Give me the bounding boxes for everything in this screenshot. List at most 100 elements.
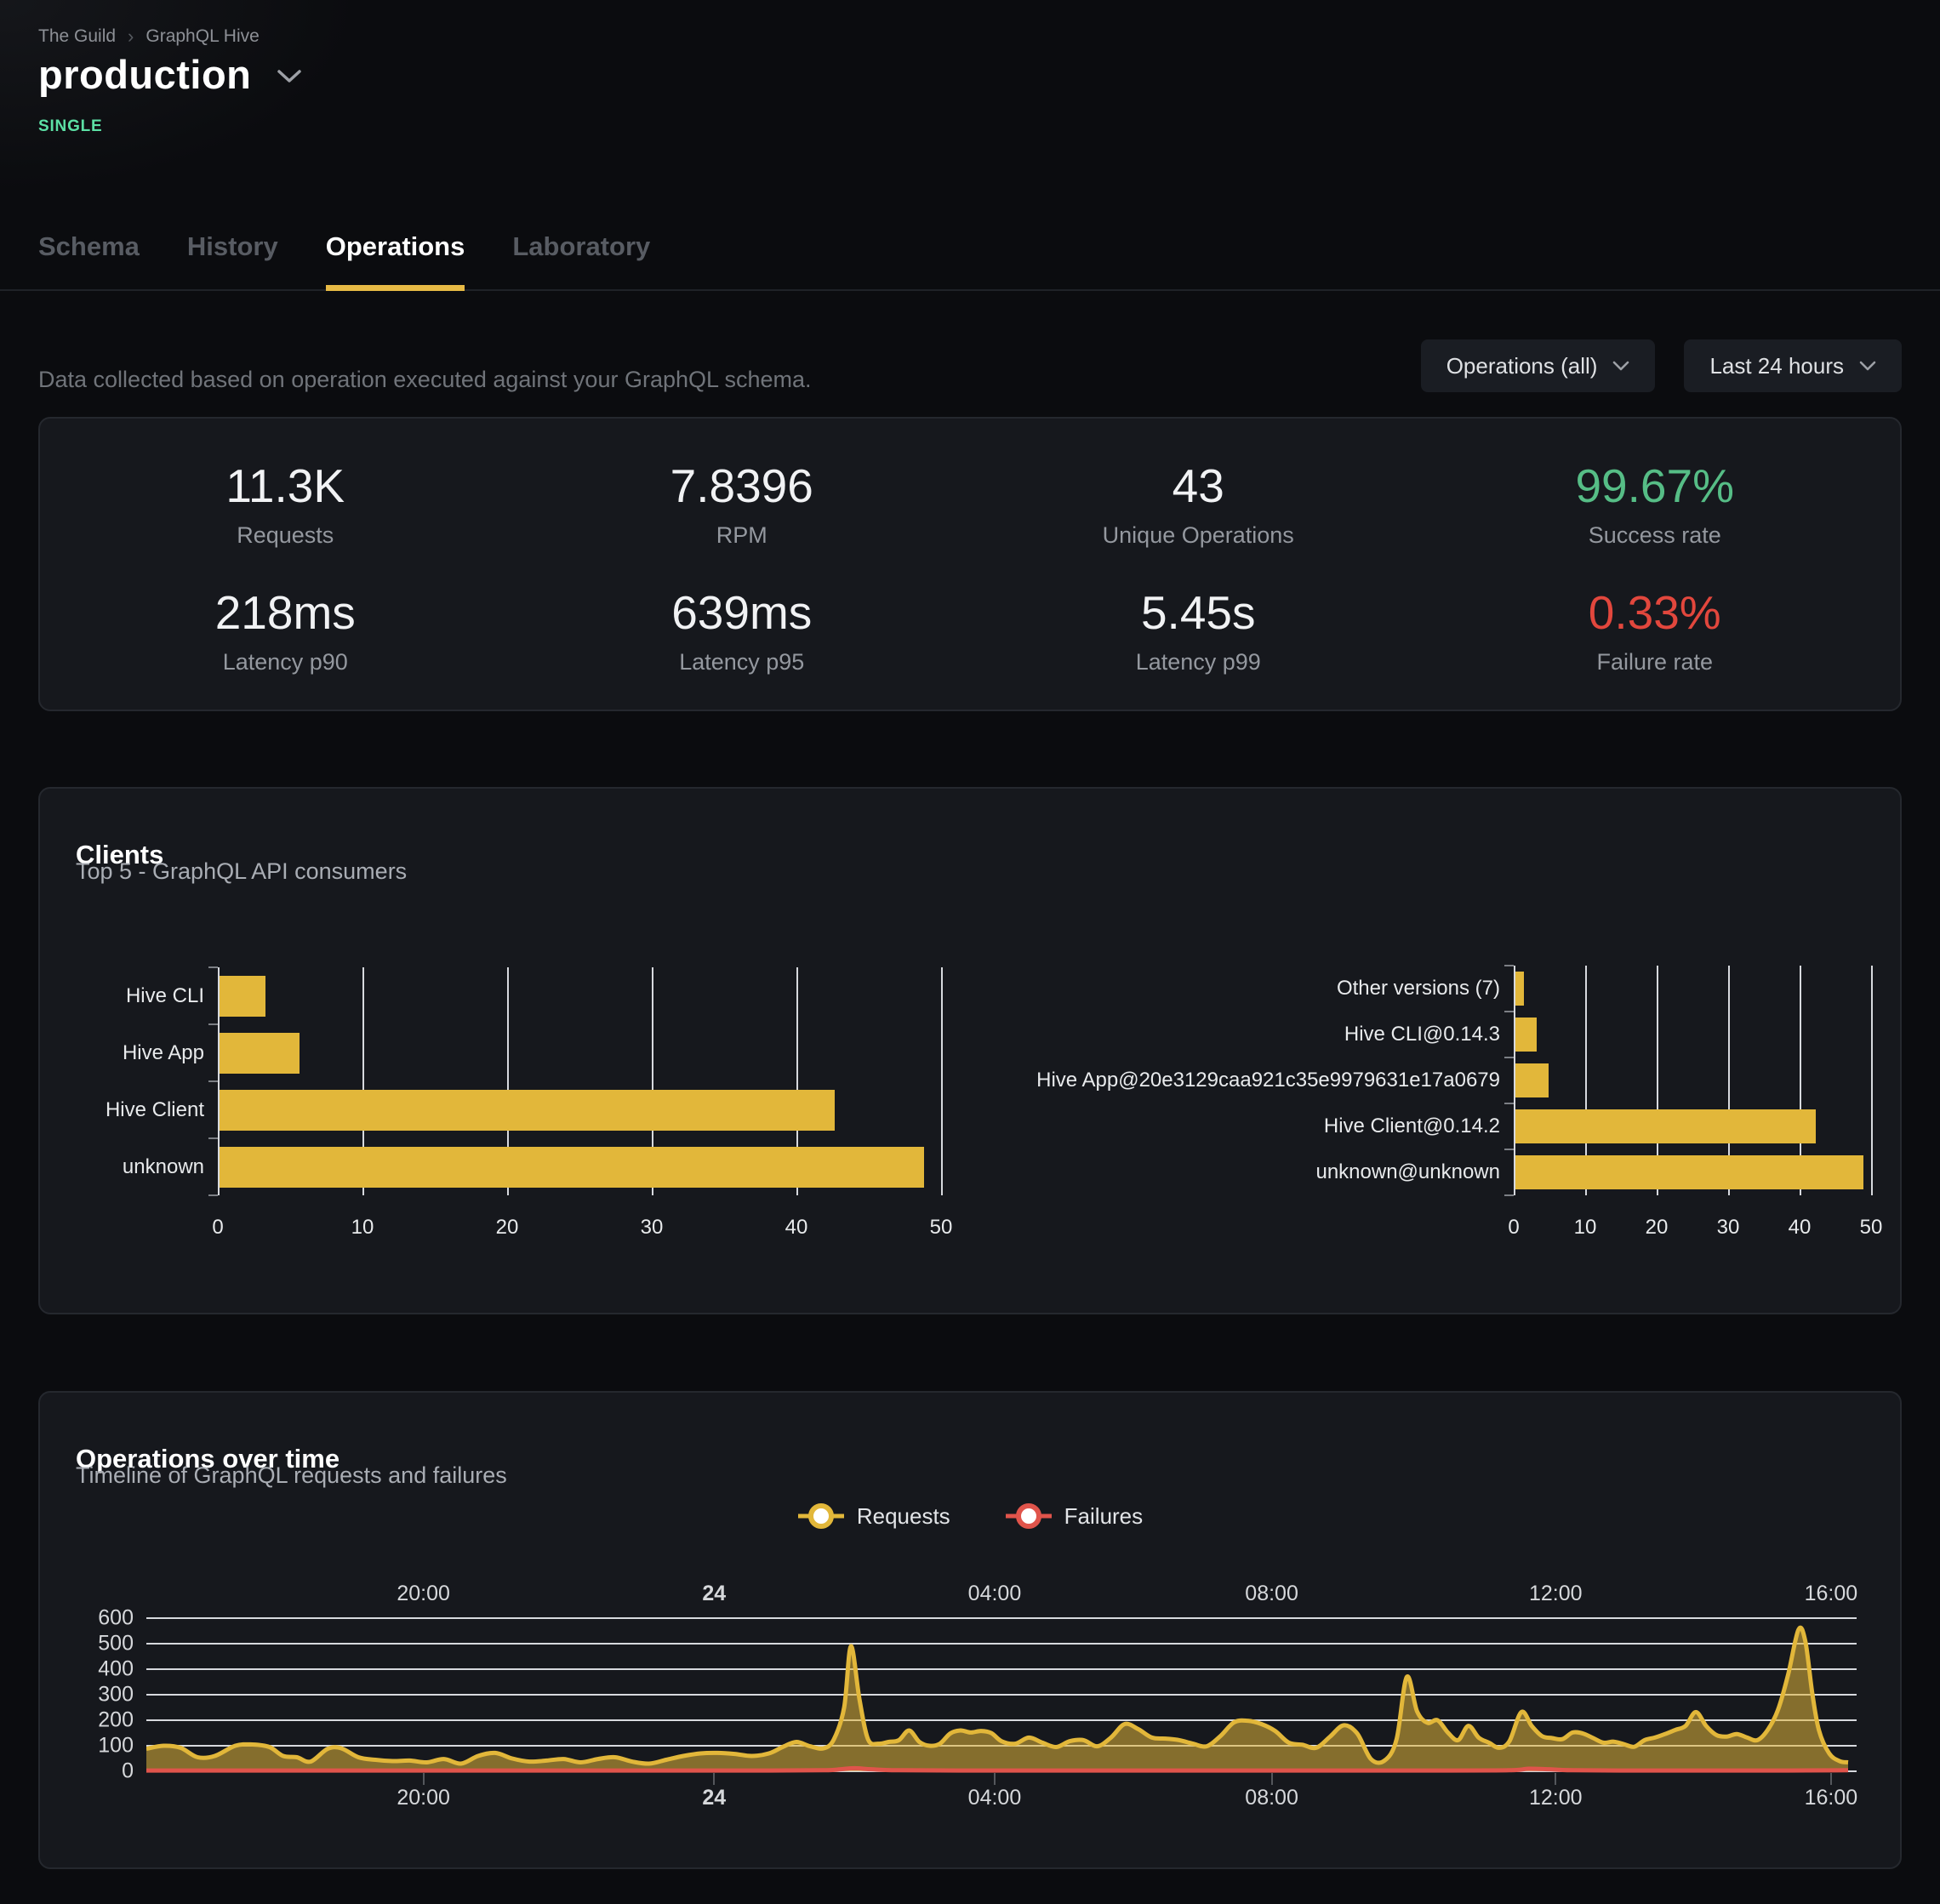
stat-label: RPM: [514, 522, 971, 549]
operations-filter-button[interactable]: Operations (all): [1421, 339, 1656, 392]
stat-requests: 11.3K Requests: [57, 459, 514, 549]
tab-operations[interactable]: Operations: [326, 231, 465, 289]
stat-label: Requests: [57, 522, 514, 549]
tab-laboratory[interactable]: Laboratory: [512, 231, 650, 289]
stat-value: 7.8396: [514, 459, 971, 512]
top-x-tick-label: 20:00: [397, 1582, 450, 1606]
stat-label: Success rate: [1427, 522, 1884, 549]
category-label: Hive App@20e3129caa921c35e9979631e17a067…: [1006, 1057, 1500, 1103]
page-title: production: [38, 51, 251, 98]
bottom-x-tick-label: 08:00: [1245, 1786, 1298, 1810]
bottom-x-tick-label: 16:00: [1805, 1786, 1858, 1810]
clients-by-name-chart: 0 10 20 30 40 50 Hive CLIHive AppHive Clientun…: [74, 967, 976, 1257]
category-label: Hive App: [74, 1024, 204, 1081]
x-tick-label: 40: [785, 1216, 808, 1240]
y-axis-tick: [1504, 1149, 1514, 1150]
bar-hive-client-0-14-2: [1515, 1109, 1816, 1143]
stat-value: 11.3K: [57, 459, 514, 512]
x-tick-label: 10: [351, 1216, 374, 1240]
stat-rpm: 7.8396 RPM: [514, 459, 971, 549]
stat-latency-p99: 5.45sLatency p99: [970, 586, 1427, 676]
chevron-down-icon: [1612, 361, 1629, 372]
top-x-tick-label: 16:00: [1805, 1582, 1858, 1606]
timeline-plot: [146, 1618, 1857, 1776]
tab-history[interactable]: History: [187, 231, 278, 289]
stat-failure-rate: 0.33% Failure rate: [1427, 586, 1884, 676]
x-tick-label: 0: [1508, 1216, 1519, 1240]
y-axis-tick: [208, 966, 218, 968]
stats-grid: 11.3K Requests7.8396 RPM 43 Unique Operation…: [40, 419, 1900, 676]
clients-panel: Clients Top 5 - GraphQL API consumers 01…: [38, 787, 1902, 1314]
gridline: [1871, 966, 1873, 1195]
stat-label: Latency p90: [57, 649, 514, 676]
y-tick-label: 400: [67, 1657, 134, 1682]
category-label: Hive CLI: [74, 967, 204, 1024]
y-axis-tick: [1504, 1194, 1514, 1196]
bottom-x-tick-label: 24: [702, 1786, 726, 1810]
stat-label: Latency p99: [970, 649, 1427, 676]
stat-value: 218ms: [57, 586, 514, 639]
y-tick-label: 300: [67, 1683, 134, 1707]
stat-value: 0.33%: [1427, 586, 1884, 639]
tab-bar: Schema History Operations Laboratory: [38, 209, 650, 289]
clients-subtitle: Top 5 - GraphQL API consumers: [76, 858, 407, 885]
top-x-tick-label: 08:00: [1245, 1582, 1298, 1606]
x-tick-label: 20: [1646, 1216, 1669, 1240]
stat-latency-p95: 639msLatency p95: [514, 586, 971, 676]
status-badge: SINGLE: [38, 117, 103, 136]
y-axis-tick: [208, 1023, 218, 1025]
bar-hive-app: [220, 1033, 300, 1074]
time-range-label: Last 24 hours: [1709, 353, 1844, 379]
bar-unknown: [220, 1147, 924, 1188]
breadcrumb-org[interactable]: The Guild: [38, 26, 116, 47]
graphql-hive-operations-dashboard: The Guild › GraphQL Hive production SING…: [0, 0, 1940, 1904]
y-axis-tick: [1504, 1011, 1514, 1012]
x-tick-label: 10: [1574, 1216, 1597, 1240]
stat-latency-p90: 218ms Latency p90: [57, 586, 514, 676]
y-axis-tick: [208, 1080, 218, 1082]
breadcrumb-project[interactable]: GraphQL Hive: [146, 26, 259, 47]
x-tick-label: 30: [1717, 1216, 1740, 1240]
stat-success-rate: 99.67% Success rate: [1427, 459, 1884, 549]
category-label: unknown@unknown: [1006, 1149, 1500, 1195]
stat-label: Latency p95: [514, 649, 971, 676]
y-tick-label: 600: [67, 1606, 134, 1631]
breadcrumb: The Guild › GraphQL Hive: [38, 26, 260, 48]
toolbar-filters: Operations (all) Last 24 hours: [1421, 339, 1902, 392]
bottom-x-tick-label: 12:00: [1529, 1786, 1583, 1810]
stat-value: 99.67%: [1427, 459, 1884, 512]
bar-hive-cli: [220, 976, 265, 1017]
top-x-tick-label: 12:00: [1529, 1582, 1583, 1606]
operations-filter-label: Operations (all): [1446, 353, 1598, 379]
x-tick-label: 20: [496, 1216, 519, 1240]
bottom-x-tick-label: 20:00: [397, 1786, 450, 1810]
chevron-down-icon[interactable]: [277, 69, 302, 88]
category-label: unknown: [74, 1138, 204, 1195]
x-tick-label: 30: [641, 1216, 664, 1240]
clients-by-version-chart: 01020304050Other versions (7)Hive CLI@0.…: [1006, 966, 1882, 1255]
y-tick-label: 0: [67, 1759, 134, 1784]
x-tick-label: 50: [930, 1216, 953, 1240]
y-tick-label: 100: [67, 1734, 134, 1759]
category-label: Hive CLI@0.14.3: [1006, 1012, 1500, 1057]
x-tick-label: 50: [1860, 1216, 1883, 1240]
stat-unique-operations: 43 Unique Operations: [970, 459, 1427, 549]
active-tab-underline: [326, 285, 465, 291]
stat-label: Unique Operations: [970, 522, 1427, 549]
bar-other-versions-7-: [1515, 972, 1524, 1006]
bar-hive-cli-0-14-3: [1515, 1018, 1537, 1052]
stat-label: Failure rate: [1427, 649, 1884, 676]
time-range-button[interactable]: Last 24 hours: [1684, 339, 1902, 392]
y-axis-tick: [208, 1137, 218, 1139]
stats-panel: 11.3K Requests7.8396 RPM 43 Unique Operation…: [38, 417, 1902, 711]
category-label: Hive Client@0.14.2: [1006, 1103, 1500, 1149]
stat-value: 43: [970, 459, 1427, 512]
tab-schema[interactable]: Schema: [38, 231, 140, 289]
series-area-requests: [146, 1628, 1848, 1771]
operations-over-time-panel: Operations over time Timeline of GraphQL…: [38, 1391, 1902, 1869]
category-label: Hive Client: [74, 1081, 204, 1138]
y-axis-tick: [1504, 1103, 1514, 1104]
series-line-failures: [146, 1768, 1848, 1770]
y-tick-label: 500: [67, 1632, 134, 1656]
x-tick-label: 0: [212, 1216, 223, 1240]
